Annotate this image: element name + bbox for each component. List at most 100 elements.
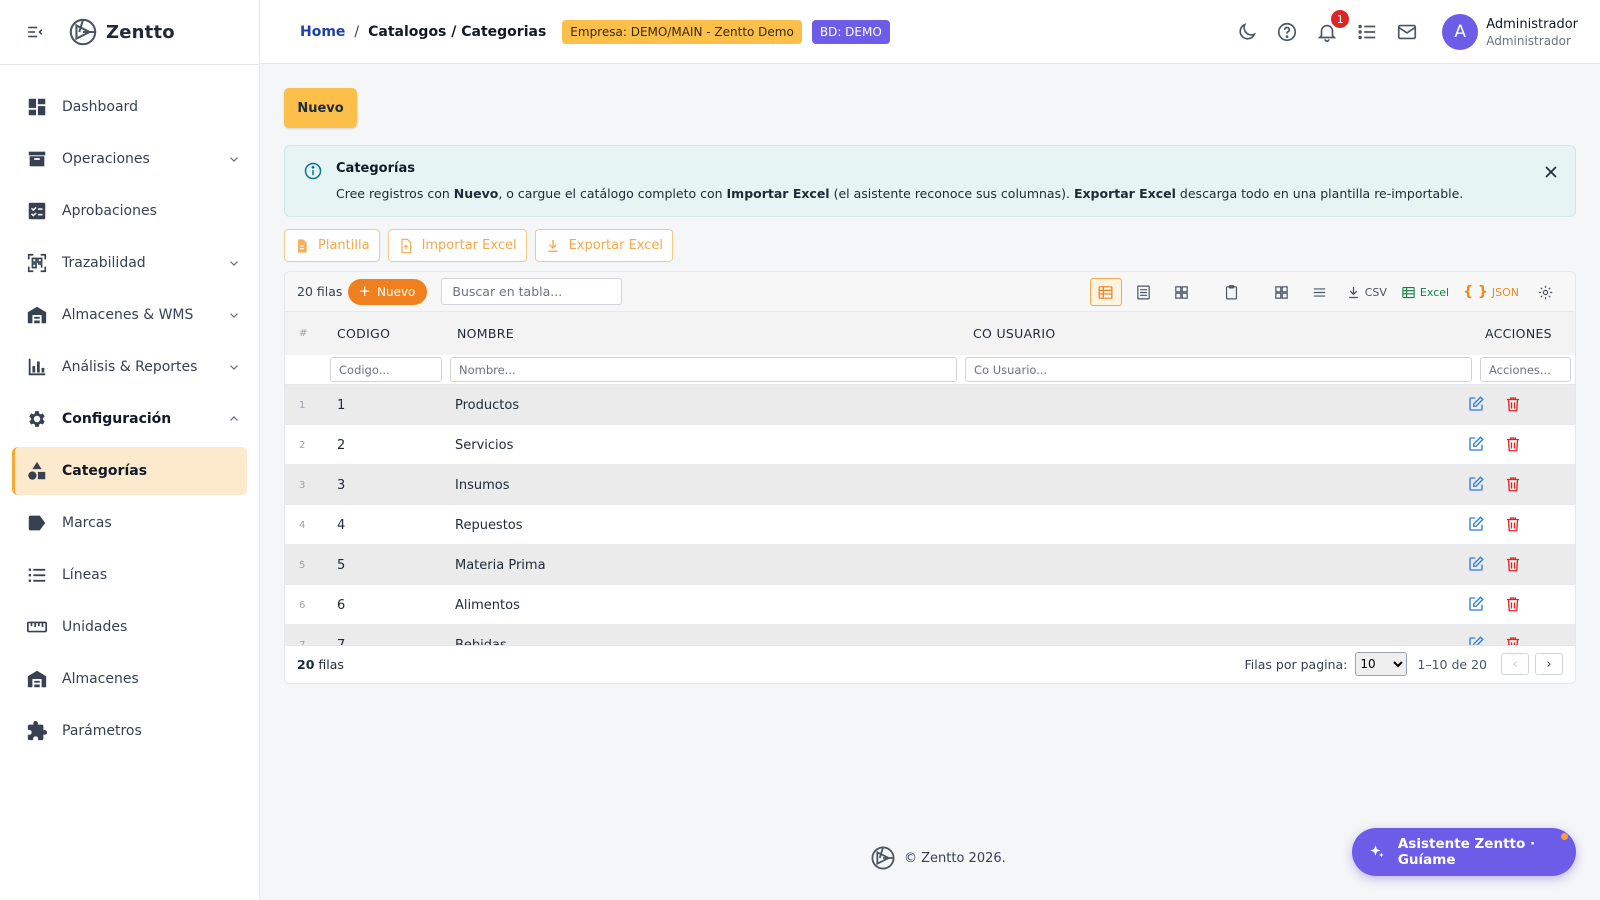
export-json-button[interactable]: { } JSON xyxy=(1459,278,1523,306)
cell-nombre: Repuestos xyxy=(455,517,523,533)
table-row[interactable]: 5 5 Materia Prima xyxy=(285,545,1575,585)
edit-icon[interactable] xyxy=(1467,595,1485,613)
notification-badge: 1 xyxy=(1331,10,1350,28)
export-excel-tool-button[interactable]: Excel xyxy=(1397,278,1453,306)
sidebar-item-lineas[interactable]: Líneas xyxy=(12,551,247,599)
mail-icon[interactable] xyxy=(1396,21,1418,43)
sidebar-item-parametros[interactable]: Parámetros xyxy=(12,707,247,755)
info-alert: Categorías Cree registros con Nuevo, o c… xyxy=(284,145,1576,217)
table-settings-button[interactable] xyxy=(1529,278,1561,306)
sidebar: Zentto Dashboard Operaciones Aprobaciones T… xyxy=(0,0,260,900)
chevron-down-icon xyxy=(230,157,238,162)
sidebar-item-label: Marcas xyxy=(62,515,112,531)
user-menu[interactable]: A Administrador Administrador xyxy=(1442,14,1578,50)
table-tools: CSV Excel { } JSON xyxy=(1084,278,1561,306)
breadcrumb-home-link[interactable]: Home xyxy=(300,24,345,40)
edit-icon[interactable] xyxy=(1467,395,1485,413)
dark-mode-moon-icon[interactable] xyxy=(1236,21,1258,43)
alert-text-part: , o cargue el catálogo completo con xyxy=(498,186,727,201)
sidebar-item-trazabilidad[interactable]: Trazabilidad xyxy=(12,239,247,287)
sidebar-item-aprobaciones[interactable]: Aprobaciones xyxy=(12,187,247,235)
filter-codigo-input[interactable] xyxy=(330,357,442,382)
delete-icon[interactable] xyxy=(1504,475,1522,493)
footer-count: 20 xyxy=(297,657,315,672)
rows-per-page-select[interactable]: 10 xyxy=(1355,652,1408,676)
sidebar-item-almacenes[interactable]: Almacenes xyxy=(12,655,247,703)
delete-icon[interactable] xyxy=(1504,515,1522,533)
clipboard-button[interactable] xyxy=(1216,278,1248,306)
table-toolbar: 20 filas + Nuevo CSV Excel { }JSON xyxy=(285,272,1575,312)
column-header-codigo[interactable]: CODIGO xyxy=(337,312,390,355)
export-csv-button[interactable]: CSV xyxy=(1342,278,1391,306)
cell-codigo: 6 xyxy=(337,597,346,613)
checklist-icon xyxy=(26,200,48,222)
breadcrumb-current: Catalogos / Categorias xyxy=(368,23,547,40)
cell-codigo: 1 xyxy=(337,397,346,413)
table-view-button[interactable] xyxy=(1089,278,1122,306)
alert-bold-import: Importar Excel xyxy=(726,186,830,201)
next-page-button[interactable]: › xyxy=(1535,653,1563,675)
dashboard-icon xyxy=(26,96,48,118)
alert-text-part: Cree registros con xyxy=(336,186,454,201)
alert-text: Cree registros con Nuevo, o cargue el ca… xyxy=(336,186,1463,201)
grid-view-button[interactable] xyxy=(1166,278,1198,306)
columns-button[interactable] xyxy=(1266,278,1298,306)
assistant-button[interactable]: Asistente Zentto · Guíame xyxy=(1352,828,1576,876)
category-shapes-icon xyxy=(26,460,48,482)
list-icon xyxy=(26,564,48,586)
delete-icon[interactable] xyxy=(1504,435,1522,453)
table-row[interactable]: 2 2 Servicios xyxy=(285,425,1575,465)
filter-co-usuario-input[interactable] xyxy=(965,357,1472,382)
grid-view-icon xyxy=(1175,285,1188,299)
import-excel-button[interactable]: Importar Excel xyxy=(387,229,527,262)
excel-label: Excel xyxy=(1419,285,1450,299)
edit-icon[interactable] xyxy=(1467,475,1485,493)
edit-icon[interactable] xyxy=(1467,515,1485,533)
close-icon[interactable] xyxy=(1541,162,1561,182)
sidebar-item-marcas[interactable]: Marcas xyxy=(12,499,247,547)
columns-grid-icon xyxy=(1275,285,1288,299)
delete-icon[interactable] xyxy=(1504,595,1522,613)
table-search-input[interactable] xyxy=(441,278,623,305)
column-header-nombre[interactable]: NOMBRE xyxy=(457,312,514,355)
sidebar-item-label: Configuración xyxy=(62,411,172,427)
density-button[interactable] xyxy=(1304,278,1336,306)
filter-nombre-input[interactable] xyxy=(450,357,957,382)
sidebar-item-unidades[interactable]: Unidades xyxy=(12,603,247,651)
sidebar-item-categorias[interactable]: Categorías xyxy=(12,447,247,495)
sidebar-item-analisis-reportes[interactable]: Análisis & Reportes xyxy=(12,343,247,391)
export-excel-button[interactable]: Exportar Excel xyxy=(534,229,674,262)
column-header-co-usuario[interactable]: CO USUARIO xyxy=(973,312,1056,355)
table-new-button[interactable]: + Nuevo xyxy=(348,278,428,305)
sidebar-item-configuracion[interactable]: Configuración xyxy=(12,395,247,443)
cell-codigo: 3 xyxy=(337,477,346,493)
table-row[interactable]: 6 6 Alimentos xyxy=(285,585,1575,625)
help-icon[interactable] xyxy=(1276,21,1298,43)
delete-icon[interactable] xyxy=(1504,555,1522,573)
footer-count-label: filas xyxy=(318,657,344,672)
json-label: JSON xyxy=(1491,285,1519,299)
page-footer: © Zentto 2026. xyxy=(870,845,1006,871)
list-view-button[interactable] xyxy=(1128,278,1160,306)
sidebar-item-dashboard[interactable]: Dashboard xyxy=(12,83,247,131)
cell-nombre: Materia Prima xyxy=(455,557,546,573)
delete-icon[interactable] xyxy=(1504,395,1522,413)
notifications-button[interactable]: 1 xyxy=(1316,10,1350,43)
collapse-menu-icon[interactable] xyxy=(26,23,44,41)
table-row[interactable]: 1 1 Productos xyxy=(285,385,1575,425)
new-button[interactable]: Nuevo xyxy=(284,88,357,128)
sidebar-item-almacenes-wms[interactable]: Almacenes & WMS xyxy=(12,291,247,339)
database-chip: BD: DEMO xyxy=(811,19,890,44)
template-button[interactable]: Plantilla xyxy=(284,229,380,262)
filter-acciones-input[interactable] xyxy=(1480,357,1571,382)
table-row[interactable]: 4 4 Repuestos xyxy=(285,505,1575,545)
edit-icon[interactable] xyxy=(1467,435,1485,453)
edit-icon[interactable] xyxy=(1467,555,1485,573)
alert-bold-nuevo: Nuevo xyxy=(453,186,499,201)
table-row[interactable]: 3 3 Insumos xyxy=(285,465,1575,505)
sidebar-item-operaciones[interactable]: Operaciones xyxy=(12,135,247,183)
previous-page-button[interactable]: ‹ xyxy=(1501,653,1529,675)
braces-icon: { } xyxy=(1463,284,1488,300)
task-list-icon[interactable] xyxy=(1356,21,1378,43)
sidebar-item-label: Categorías xyxy=(62,463,148,479)
